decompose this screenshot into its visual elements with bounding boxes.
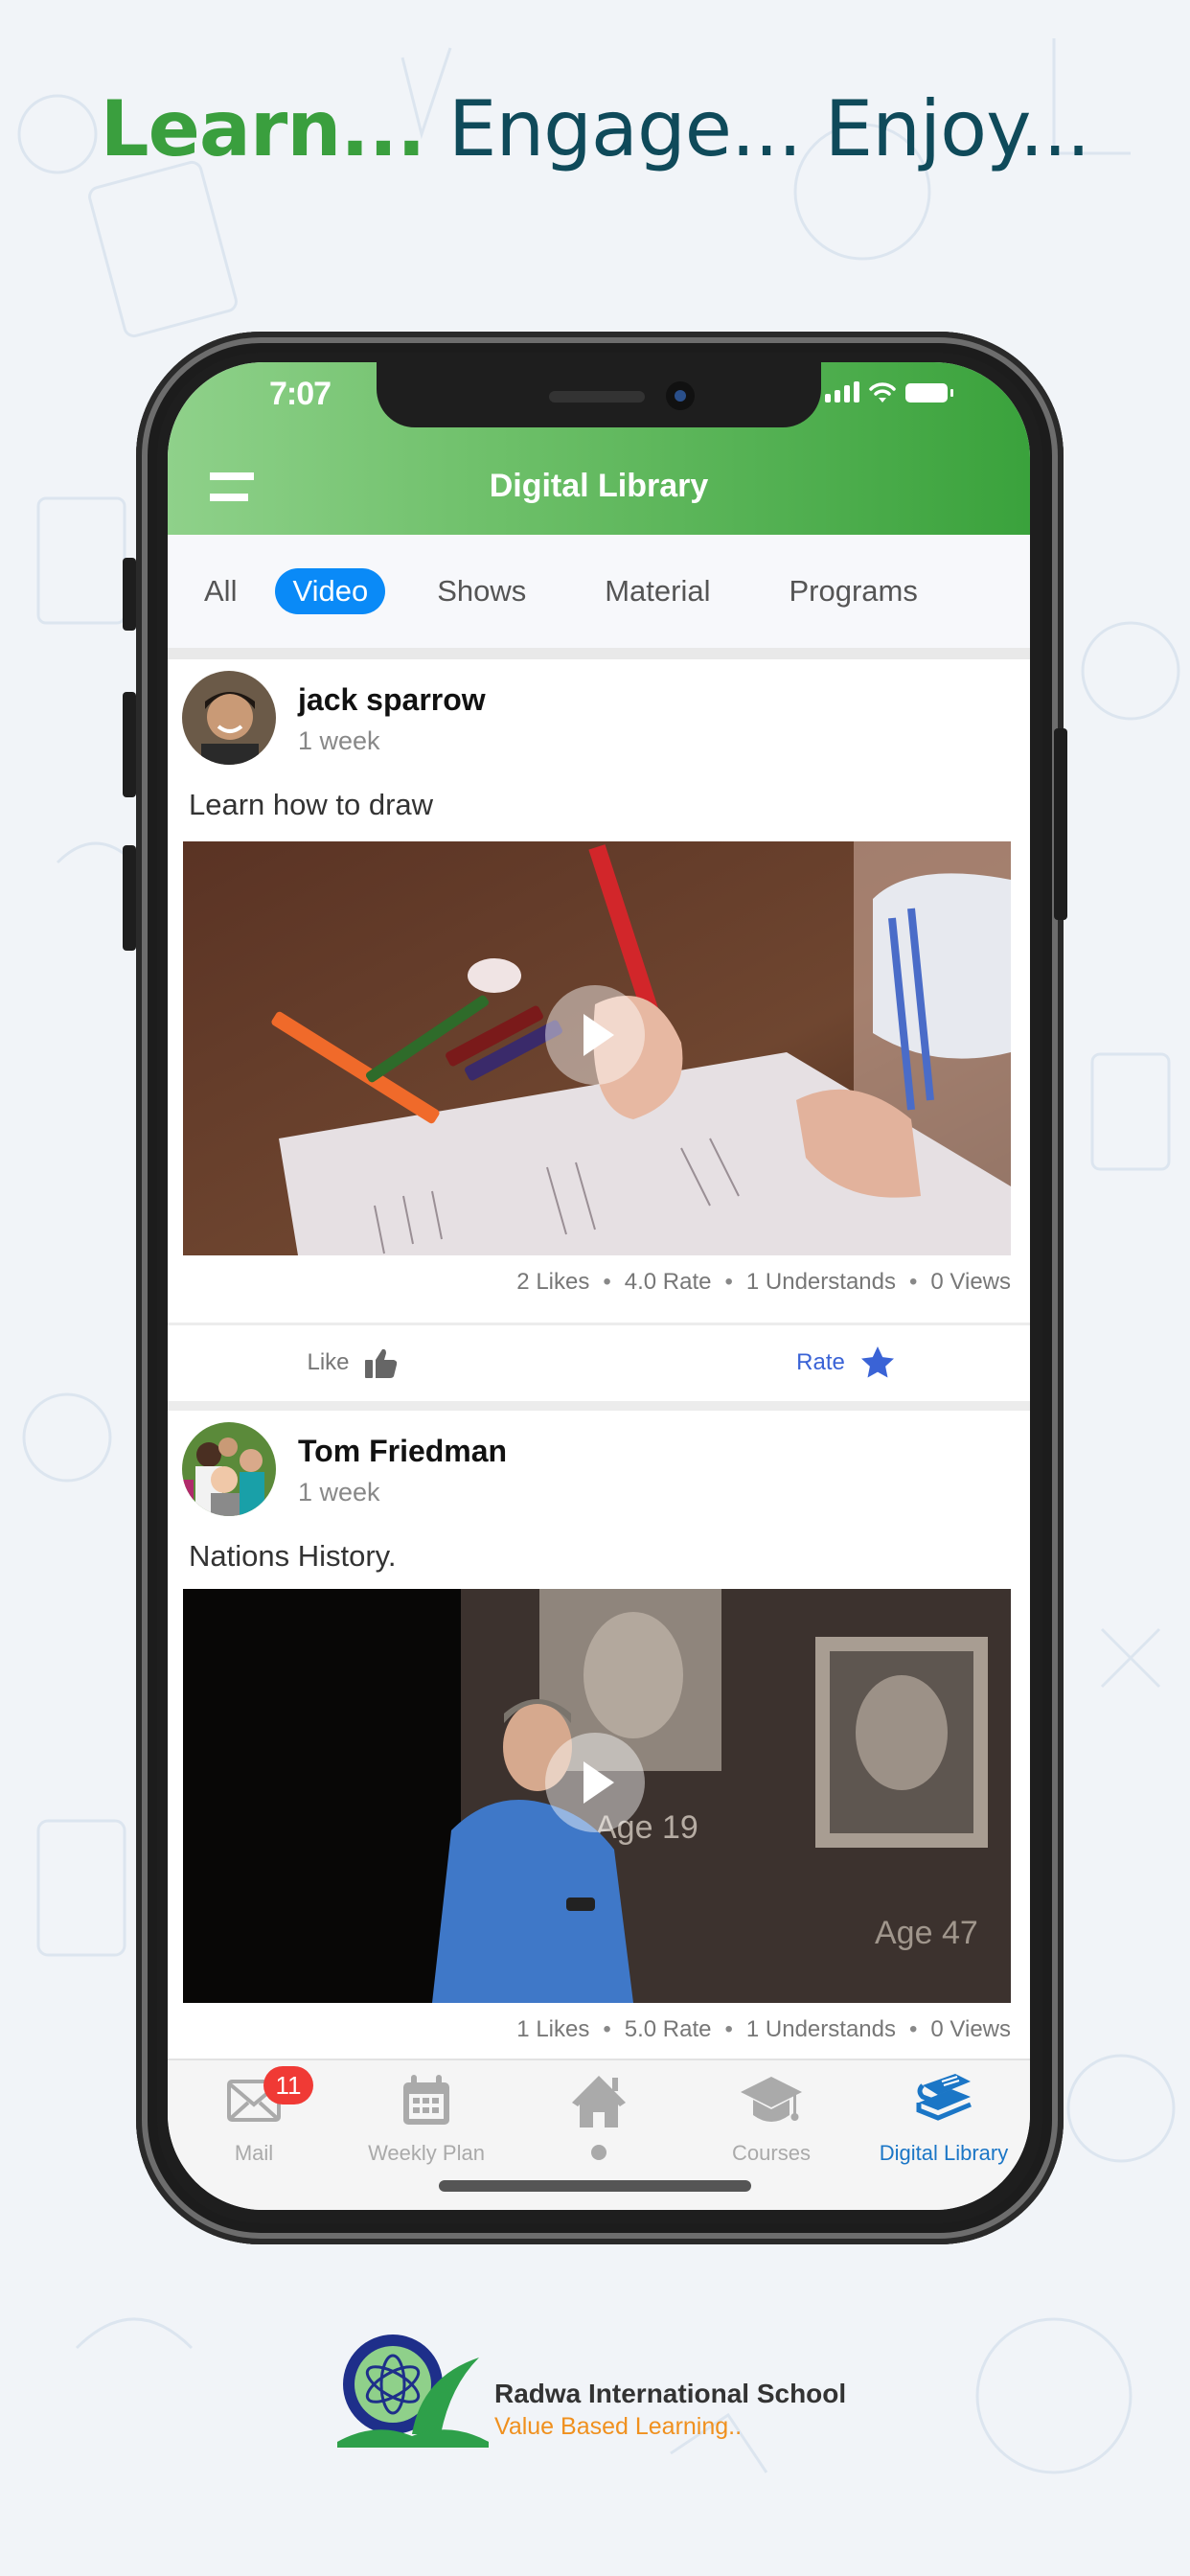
post-actions: Like Rate: [168, 1322, 1030, 1399]
nav-item-home[interactable]: [513, 2072, 685, 2160]
like-button[interactable]: Like: [168, 1325, 661, 1399]
speaker-grille: [549, 391, 645, 402]
post-stats: 2 Likes • 4.0 Rate • 1 Understands • 0 View…: [516, 1269, 1011, 1295]
headline-learn: Learn...: [100, 84, 426, 173]
battery-icon: [905, 383, 953, 402]
divider: [168, 648, 1030, 659]
rate-button[interactable]: Rate: [661, 1325, 1030, 1399]
phone-volume-down: [123, 845, 136, 951]
tab-programs[interactable]: Programs: [772, 568, 935, 614]
category-tabs: All Video Shows Material Programs: [168, 535, 1030, 648]
home-indicator-bar[interactable]: [439, 2180, 751, 2192]
school-name: Radwa International School: [494, 2379, 847, 2408]
post-time: 1 week: [298, 1478, 380, 1506]
understands-count: 1 Understands: [745, 1269, 896, 1295]
status-icons: [825, 381, 953, 402]
nav-label: Digital Library: [879, 2141, 1009, 2165]
status-time: 7:07: [269, 376, 332, 412]
front-camera: [666, 381, 695, 410]
nav-label: Weekly Plan: [368, 2141, 485, 2165]
post-card: jack sparrow 1 week Learn how to draw 2 …: [168, 659, 1030, 1401]
video-thumbnail[interactable]: [183, 841, 1011, 1255]
page-title: Digital Library: [489, 468, 709, 504]
play-button-icon[interactable]: [545, 985, 645, 1085]
avatar[interactable]: [182, 671, 276, 765]
graduation-cap-icon: [741, 2077, 802, 2122]
post-caption: Learn how to draw: [189, 788, 434, 821]
like-label: Like: [307, 1348, 350, 1375]
tab-video[interactable]: Video: [275, 568, 386, 614]
nav-item-mail[interactable]: 11 Mail: [168, 2066, 340, 2166]
post-time: 1 week: [298, 726, 380, 755]
school-emblem-icon: [337, 2334, 489, 2448]
svg-text:Age 47: Age 47: [875, 1915, 978, 1951]
signal-icon: [825, 381, 859, 402]
views-count: 0 Views: [930, 2016, 1011, 2042]
likes-count: 1 Likes: [516, 2016, 590, 2042]
phone-notch: [377, 362, 821, 427]
star-icon: [860, 1346, 894, 1378]
post-stats: 1 Likes • 5.0 Rate • 1 Understands • 0 View…: [516, 2016, 1011, 2042]
video-thumbnail[interactable]: Age 19 Age 47: [183, 1589, 1011, 2003]
wifi-icon: [869, 382, 896, 402]
phone-volume-up: [123, 692, 136, 797]
nav-item-digital-library[interactable]: Digital Library: [858, 2072, 1030, 2166]
nav-item-weekly-plan[interactable]: Weekly Plan: [340, 2072, 513, 2166]
rate-value: 5.0 Rate: [624, 2016, 712, 2042]
books-icon: [916, 2074, 972, 2121]
play-button-icon[interactable]: [545, 1733, 645, 1832]
tab-material[interactable]: Material: [587, 568, 727, 614]
post-caption: Nations History.: [189, 1539, 397, 1573]
post-author[interactable]: Tom Friedman: [298, 1434, 507, 1469]
calendar-icon: [403, 2075, 449, 2125]
phone-screen: 7:07 Digital Library All Video Shows Mat…: [168, 362, 1030, 2210]
rate-label: Rate: [796, 1348, 845, 1375]
unread-badge: 11: [263, 2066, 313, 2104]
nav-label: Mail: [234, 2141, 274, 2165]
nav-label: Courses: [732, 2141, 811, 2165]
post-card: Tom Friedman 1 week Nations History. Age…: [168, 1411, 1030, 2062]
tab-shows[interactable]: Shows: [420, 568, 543, 614]
likes-count: 2 Likes: [516, 1269, 590, 1295]
home-indicator-dot: [591, 2145, 606, 2160]
thumbs-up-icon: [364, 1348, 397, 1378]
phone-mute-switch: [123, 558, 136, 631]
tab-all[interactable]: All: [204, 568, 254, 614]
rate-value: 4.0 Rate: [624, 1269, 712, 1295]
home-icon: [572, 2076, 626, 2128]
views-count: 0 Views: [930, 1269, 1011, 1295]
avatar[interactable]: [182, 1422, 276, 1516]
headline-rest: Engage... Enjoy...: [424, 84, 1090, 173]
understands-count: 1 Understands: [745, 2016, 896, 2042]
post-author[interactable]: jack sparrow: [298, 682, 486, 718]
nav-item-courses[interactable]: Courses: [685, 2072, 858, 2166]
headline: Learn... Engage... Enjoy...: [0, 84, 1190, 173]
school-logo: Radwa International School Value Based L…: [335, 2329, 872, 2453]
school-tagline: Value Based Learning..: [494, 2413, 743, 2440]
phone-power-button: [1054, 728, 1067, 920]
